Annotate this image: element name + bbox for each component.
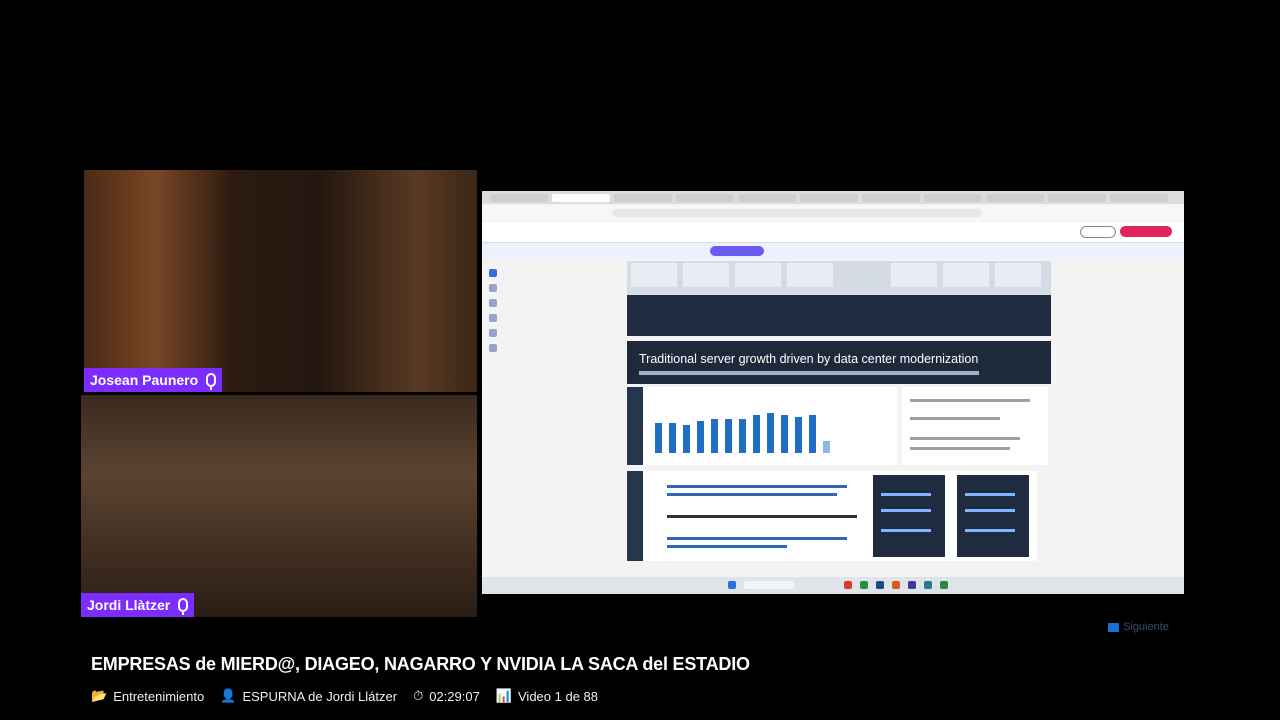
browser-tab-bar — [482, 191, 1184, 204]
slide-chart-bar — [683, 425, 690, 453]
webcam-feed-guest: Jordi Llàtzer — [81, 395, 477, 617]
pdf-toolbar — [482, 222, 1184, 243]
participant-name: Josean Paunero — [90, 372, 199, 388]
webcam-feed-host: Josean Paunero — [84, 170, 477, 392]
share-button — [1080, 226, 1116, 238]
next-label: Siguiente — [1123, 621, 1169, 633]
position-label: Video 1 de 88 — [518, 688, 598, 704]
participant-name: Jordi Llàtzer — [87, 597, 171, 613]
notification-banner — [482, 243, 1184, 259]
slide-header-block — [627, 261, 1051, 336]
stopwatch-icon: ⏱ — [413, 688, 424, 703]
category-label: Entretenimiento — [113, 688, 205, 704]
channel-label: ESPURNA de Jordi Llátzer — [242, 688, 398, 704]
video-meta: 📂 Entretenimiento 👤 ESPURNA de Jordi Llá… — [91, 688, 598, 704]
os-taskbar — [482, 577, 1184, 594]
slide-chart-bar — [795, 417, 802, 453]
slide-chart-bar — [781, 415, 788, 453]
slide-chart-bar — [711, 419, 718, 453]
slide-chart-bar — [753, 415, 760, 453]
slide-chart-bar — [725, 419, 732, 453]
nametag-guest: Jordi Llàtzer — [81, 593, 195, 617]
next-track-icon — [1108, 622, 1119, 632]
slide-title-bar: Traditional server growth driven by data… — [627, 341, 1051, 384]
slide-consolidation-block — [627, 471, 1037, 561]
folder-icon: 📂 — [91, 688, 108, 703]
slide-chart-bar — [767, 413, 774, 453]
microphone-icon — [206, 373, 217, 390]
slide-chart-bar — [655, 423, 662, 453]
person-icon: 👤 — [220, 688, 237, 703]
upgrade-button — [1120, 226, 1172, 237]
slide-title: Traditional server growth driven by data… — [639, 352, 979, 366]
category-item: 📂 Entretenimiento — [91, 688, 204, 704]
chart-icon: 📊 — [495, 688, 512, 703]
duration-label: 02:29:07 — [429, 688, 480, 704]
channel-item: 👤 ESPURNA de Jordi Llátzer — [220, 688, 397, 704]
slide-callout-text — [902, 387, 1048, 465]
slide-bar-chart — [627, 387, 897, 465]
address-bar — [482, 205, 1184, 221]
video-info: EMPRESAS de MIERD@, DIAGEO, NAGARRO Y NV… — [91, 654, 750, 704]
slide-chart-bar — [697, 421, 704, 453]
tool-sidebar — [486, 269, 500, 369]
shared-screen: Traditional server growth driven by data… — [482, 191, 1184, 594]
video-title: EMPRESAS de MIERD@, DIAGEO, NAGARRO Y NV… — [91, 654, 750, 674]
slide-chart-bar — [809, 415, 816, 453]
next-video-link[interactable]: Siguiente — [1108, 621, 1169, 633]
slide-chart-bar — [739, 419, 746, 453]
position-item: 📊 Video 1 de 88 — [496, 688, 598, 704]
duration-item: ⏱ 02:29:07 — [413, 688, 480, 704]
slide-chart-bar — [669, 423, 676, 453]
nametag-host: Josean Paunero — [84, 368, 223, 392]
slide-chart-bar — [823, 441, 830, 453]
microphone-icon — [178, 598, 189, 615]
